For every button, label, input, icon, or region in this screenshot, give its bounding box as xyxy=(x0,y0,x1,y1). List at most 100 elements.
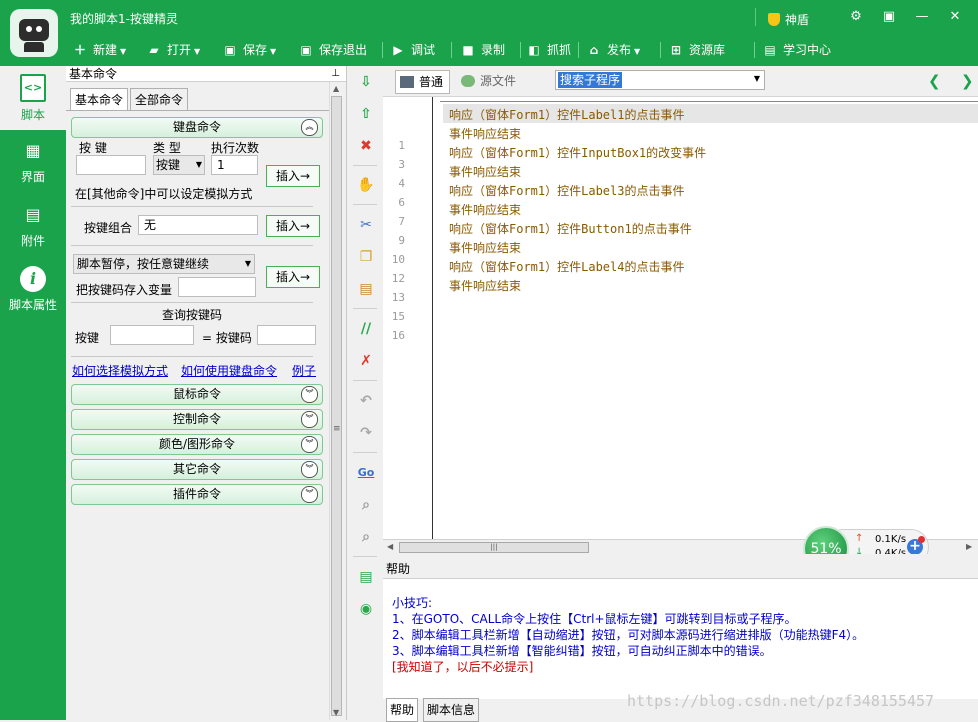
insert-pause-button[interactable]: 插入→ xyxy=(266,266,320,288)
keyboard-commands-header[interactable]: 键盘命令 ︽ xyxy=(71,117,323,138)
left-navigation: <> 脚本 ▦ 界面 ▤ 附件 i 脚本属性 xyxy=(0,66,66,720)
open-button[interactable]: ▰ 打开 ▼ xyxy=(146,38,200,62)
hand-icon[interactable]: ✋ xyxy=(357,176,375,194)
command-panel: 基本命令 ⊥ 基本命令 全部命令 键盘命令 ︽ 按 键 类 型 执行次数 按键 ▼ … xyxy=(66,66,347,720)
shield-button[interactable]: 神盾 xyxy=(768,11,809,28)
pause-select[interactable]: 脚本暂停，按任意键继续 ▼ xyxy=(73,254,255,274)
query-key-input[interactable] xyxy=(110,325,194,345)
scroll-thumb[interactable] xyxy=(331,96,342,716)
code-line[interactable]: 事件响应结束 xyxy=(449,239,521,256)
line-number: 7 xyxy=(398,215,405,228)
publish-button[interactable]: ⌂ 发布 ▼ xyxy=(586,38,640,62)
find-icon[interactable]: ⌕ xyxy=(357,496,375,514)
code-line[interactable]: 响应（窗体Form1）控件Button1的点击事件 xyxy=(449,220,692,237)
learning-center-button[interactable]: ▤ 学习中心 xyxy=(762,38,831,62)
key-input[interactable] xyxy=(76,155,146,175)
type-select[interactable]: 按键 ▼ xyxy=(153,155,205,175)
minimize-icon[interactable]: — xyxy=(907,6,937,28)
delete-icon[interactable]: ✖ xyxy=(357,137,375,155)
code-line[interactable]: 响应（窗体Form1）控件InputBox1的改变事件 xyxy=(449,144,706,161)
store-variable-input[interactable] xyxy=(178,277,256,297)
line-number: 16 xyxy=(391,329,405,342)
replace-icon[interactable]: ⌕ xyxy=(357,528,375,546)
save-button[interactable]: ▣ 保存 ▼ xyxy=(222,38,276,62)
cut-icon[interactable]: ✂ xyxy=(357,216,375,234)
copy-icon[interactable]: ❐ xyxy=(357,248,375,266)
code-line[interactable]: 事件响应结束 xyxy=(449,163,521,180)
query-keycode-input[interactable] xyxy=(257,325,316,345)
paste-icon[interactable]: ▤ xyxy=(357,280,375,298)
count-input[interactable]: 1 xyxy=(211,155,258,175)
code-line[interactable]: 事件响应结束 xyxy=(449,277,521,294)
color-image-commands-header[interactable]: 颜色/图形命令 ︾ xyxy=(71,434,323,455)
goto-icon[interactable]: Go xyxy=(357,464,375,482)
expand-icon: ︾ xyxy=(301,486,318,503)
back-arrow-icon[interactable]: ❮ xyxy=(928,72,941,90)
nav-item-script-properties[interactable]: i 脚本属性 xyxy=(0,258,66,322)
control-commands-header[interactable]: 控制命令 ︾ xyxy=(71,409,323,430)
tab-basic-commands[interactable]: 基本命令 xyxy=(70,88,129,111)
debug-button[interactable]: ▶ 调试 xyxy=(390,38,435,62)
tab-normal-view[interactable]: 普通 xyxy=(395,70,451,94)
tab-help[interactable]: 帮助 xyxy=(386,698,419,722)
forward-arrow-icon[interactable]: ❯ xyxy=(961,72,974,90)
mouse-commands-header[interactable]: 鼠标命令 ︾ xyxy=(71,384,323,405)
script-editor: 普通 源文件 搜索子程序 ▼ ❮ ❯ 1 3 4 6 7 9 10 12 13 15 16 ◀ |||… xyxy=(383,66,978,555)
simulate-mode-hint: 在[其他命令]中可以设定模拟方式 xyxy=(75,187,253,201)
other-commands-header[interactable]: 其它命令 ︾ xyxy=(71,459,323,480)
link-example[interactable]: 例子 xyxy=(292,362,316,379)
tip-line: 2、脚本编辑工具栏新增【自动缩进】按钮，可对脚本源码进行缩进排版（功能热键F4）… xyxy=(392,628,865,642)
plus-icon: ＋ xyxy=(73,43,86,57)
save-exit-button[interactable]: ▣ 保存退出 xyxy=(298,38,367,62)
link-simulate-mode[interactable]: 如何选择模拟方式 xyxy=(72,362,168,379)
comment-icon[interactable]: // xyxy=(357,320,375,338)
help-content: 小技巧: 1、在GOTO、CALL命令上按住【Ctrl+鼠标左键】可跳转到目标或… xyxy=(383,578,978,699)
insert-key-button[interactable]: 插入→ xyxy=(266,165,320,187)
tab-script-info[interactable]: 脚本信息 xyxy=(423,698,480,722)
line-number: 6 xyxy=(398,196,405,209)
auto-indent-icon[interactable]: ▤ xyxy=(357,568,375,586)
scroll-thumb[interactable]: ||| xyxy=(399,542,589,553)
nav-item-ui[interactable]: ▦ 界面 xyxy=(0,130,66,194)
menu-dropdown-icon[interactable]: ▣ xyxy=(874,6,904,28)
nav-item-script[interactable]: <> 脚本 xyxy=(0,66,66,130)
close-icon[interactable]: ✕ xyxy=(940,6,970,28)
panel-scrollbar[interactable]: ▲ ≡ ▼ xyxy=(329,82,345,720)
code-line[interactable]: 事件响应结束 xyxy=(449,201,521,218)
uncomment-icon[interactable]: ✗ xyxy=(357,352,375,370)
plugin-commands-header[interactable]: 插件命令 ︾ xyxy=(71,484,323,505)
subroutine-search-select[interactable]: 搜索子程序 ▼ xyxy=(555,70,765,90)
dismiss-tips-link[interactable]: [我知道了，以后不必提示] xyxy=(392,658,533,675)
move-up-icon[interactable]: ⇧ xyxy=(357,105,375,123)
grab-button[interactable]: ◧ 抓抓 xyxy=(526,38,571,62)
smart-fix-icon[interactable]: ◉ xyxy=(357,600,375,618)
code-line[interactable]: 事件响应结束 xyxy=(449,125,521,142)
folder-icon: ▰ xyxy=(149,43,159,57)
grab-icon: ◧ xyxy=(528,43,540,57)
settings-gear-icon[interactable]: ⚙ xyxy=(841,6,871,28)
line-number: 13 xyxy=(391,291,405,304)
nav-item-attachment[interactable]: ▤ 附件 xyxy=(0,194,66,258)
undo-icon[interactable]: ↶ xyxy=(357,392,375,410)
upload-arrow-icon: ↑ xyxy=(855,533,864,544)
combo-input[interactable]: 无 xyxy=(138,215,258,235)
line-number: 1 xyxy=(398,139,405,152)
tab-all-commands[interactable]: 全部命令 xyxy=(130,88,189,111)
code-line[interactable]: 响应（窗体Form1）控件Label3的点击事件 xyxy=(449,182,684,199)
insert-combo-button[interactable]: 插入→ xyxy=(266,215,320,237)
shield-icon xyxy=(768,13,780,26)
expand-icon: ︾ xyxy=(301,436,318,453)
query-keycode-title: 查询按键码 xyxy=(162,308,223,322)
move-down-icon[interactable]: ⇩ xyxy=(357,73,375,91)
resource-library-button[interactable]: ⊞ 资源库 xyxy=(668,38,725,62)
line-number: 9 xyxy=(398,234,405,247)
redo-icon[interactable]: ↷ xyxy=(357,424,375,442)
tab-source-view[interactable]: 源文件 xyxy=(457,70,522,92)
pin-icon[interactable]: ⊥ xyxy=(331,66,340,82)
new-button[interactable]: ＋新建 ▼ xyxy=(72,38,126,62)
link-keyboard-usage[interactable]: 如何使用键盘命令 xyxy=(181,362,277,379)
record-button[interactable]: ■ 录制 xyxy=(460,38,505,62)
code-line[interactable]: 响应（窗体Form1）控件Label4的点击事件 xyxy=(449,258,684,275)
code-line[interactable]: 响应（窗体Form1）控件Label1的点击事件 xyxy=(449,106,684,123)
watermark-text: https://blog.csdn.net/pzf348155457 xyxy=(627,692,935,710)
